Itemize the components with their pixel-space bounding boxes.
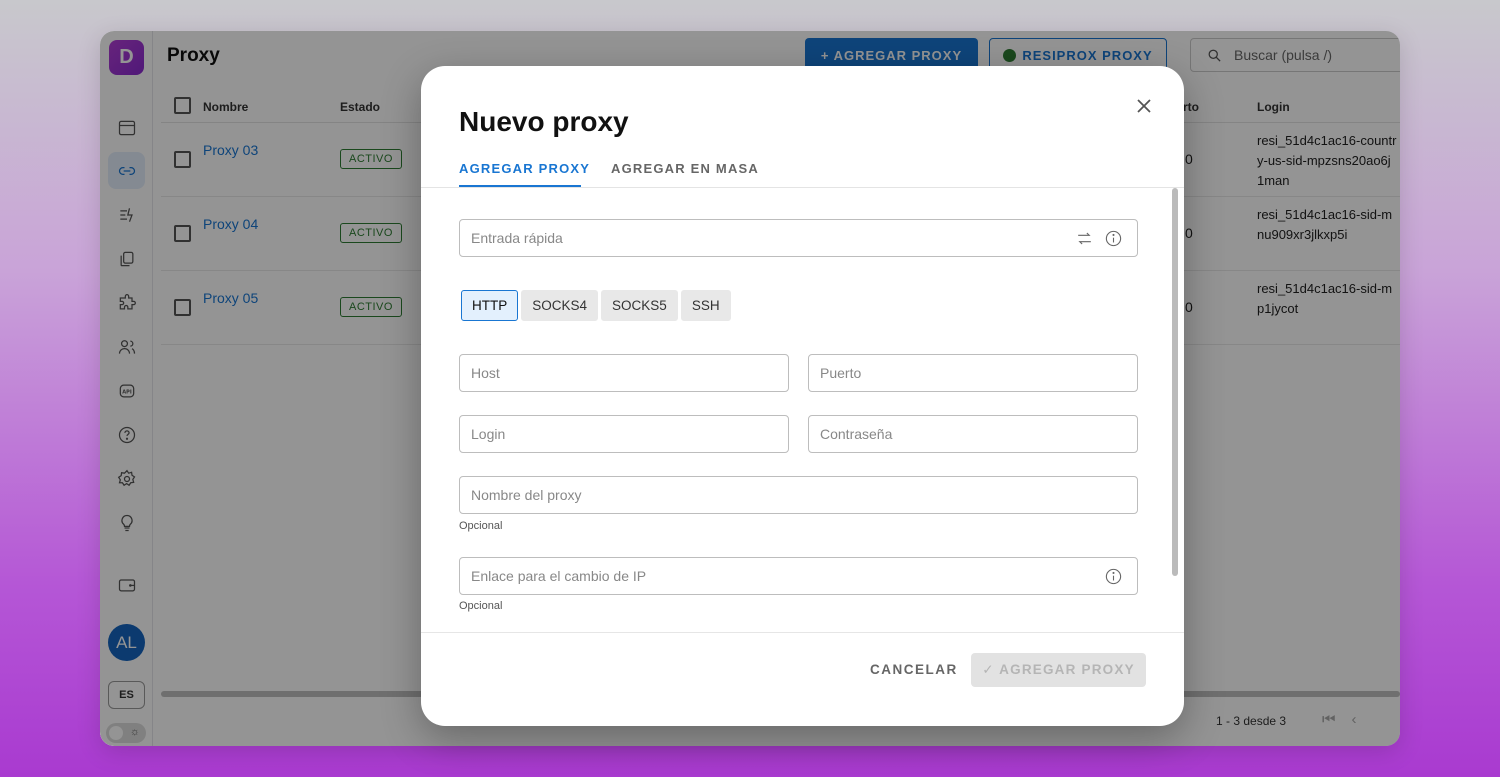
proxy-name-input[interactable]: Nombre del proxy [459, 476, 1138, 514]
close-icon [1137, 99, 1151, 113]
port-placeholder: Puerto [820, 365, 862, 381]
dialog-tabs: AGREGAR PROXY AGREGAR EN MASA [421, 156, 1184, 188]
protocol-http[interactable]: HTTP [461, 290, 519, 321]
protocol-socks4[interactable]: SOCKS4 [521, 290, 599, 321]
port-input[interactable]: Puerto [808, 354, 1138, 392]
submit-add-proxy-button[interactable]: ✓ AGREGAR PROXY [971, 653, 1146, 687]
dialog-scrollbar[interactable] [1172, 188, 1178, 576]
quick-entry-placeholder: Entrada rápida [471, 230, 563, 246]
protocol-ssh[interactable]: SSH [680, 290, 731, 321]
dialog-title: Nuevo proxy [459, 106, 629, 137]
footer-divider [421, 632, 1184, 633]
host-placeholder: Host [471, 365, 500, 381]
cancel-button[interactable]: CANCELAR [870, 662, 958, 677]
proxy-name-helper: Opcional [459, 520, 503, 532]
password-placeholder: Contraseña [820, 426, 893, 442]
new-proxy-dialog: Nuevo proxy AGREGAR PROXY AGREGAR EN MAS… [421, 66, 1184, 726]
ip-change-helper: Opcional [459, 600, 503, 612]
close-button[interactable] [1134, 96, 1154, 116]
active-tab-indicator [459, 185, 581, 187]
swap-icon[interactable] [1075, 229, 1094, 248]
info-icon[interactable] [1104, 229, 1123, 248]
protocol-socks5[interactable]: SOCKS5 [601, 290, 678, 321]
tab-add-proxy[interactable]: AGREGAR PROXY [459, 161, 590, 176]
quick-entry-input[interactable]: Entrada rápida [459, 219, 1138, 257]
login-placeholder: Login [471, 426, 506, 442]
ip-change-link-input[interactable]: Enlace para el cambio de IP [459, 557, 1138, 595]
host-input[interactable]: Host [459, 354, 789, 392]
tab-bulk-add[interactable]: AGREGAR EN MASA [611, 161, 759, 176]
login-input[interactable]: Login [459, 415, 789, 453]
proxy-name-placeholder: Nombre del proxy [471, 487, 582, 503]
info-icon[interactable] [1104, 567, 1123, 586]
ip-change-placeholder: Enlace para el cambio de IP [471, 568, 647, 584]
password-input[interactable]: Contraseña [808, 415, 1138, 453]
protocol-selector: HTTP SOCKS4 SOCKS5 SSH [461, 290, 731, 321]
